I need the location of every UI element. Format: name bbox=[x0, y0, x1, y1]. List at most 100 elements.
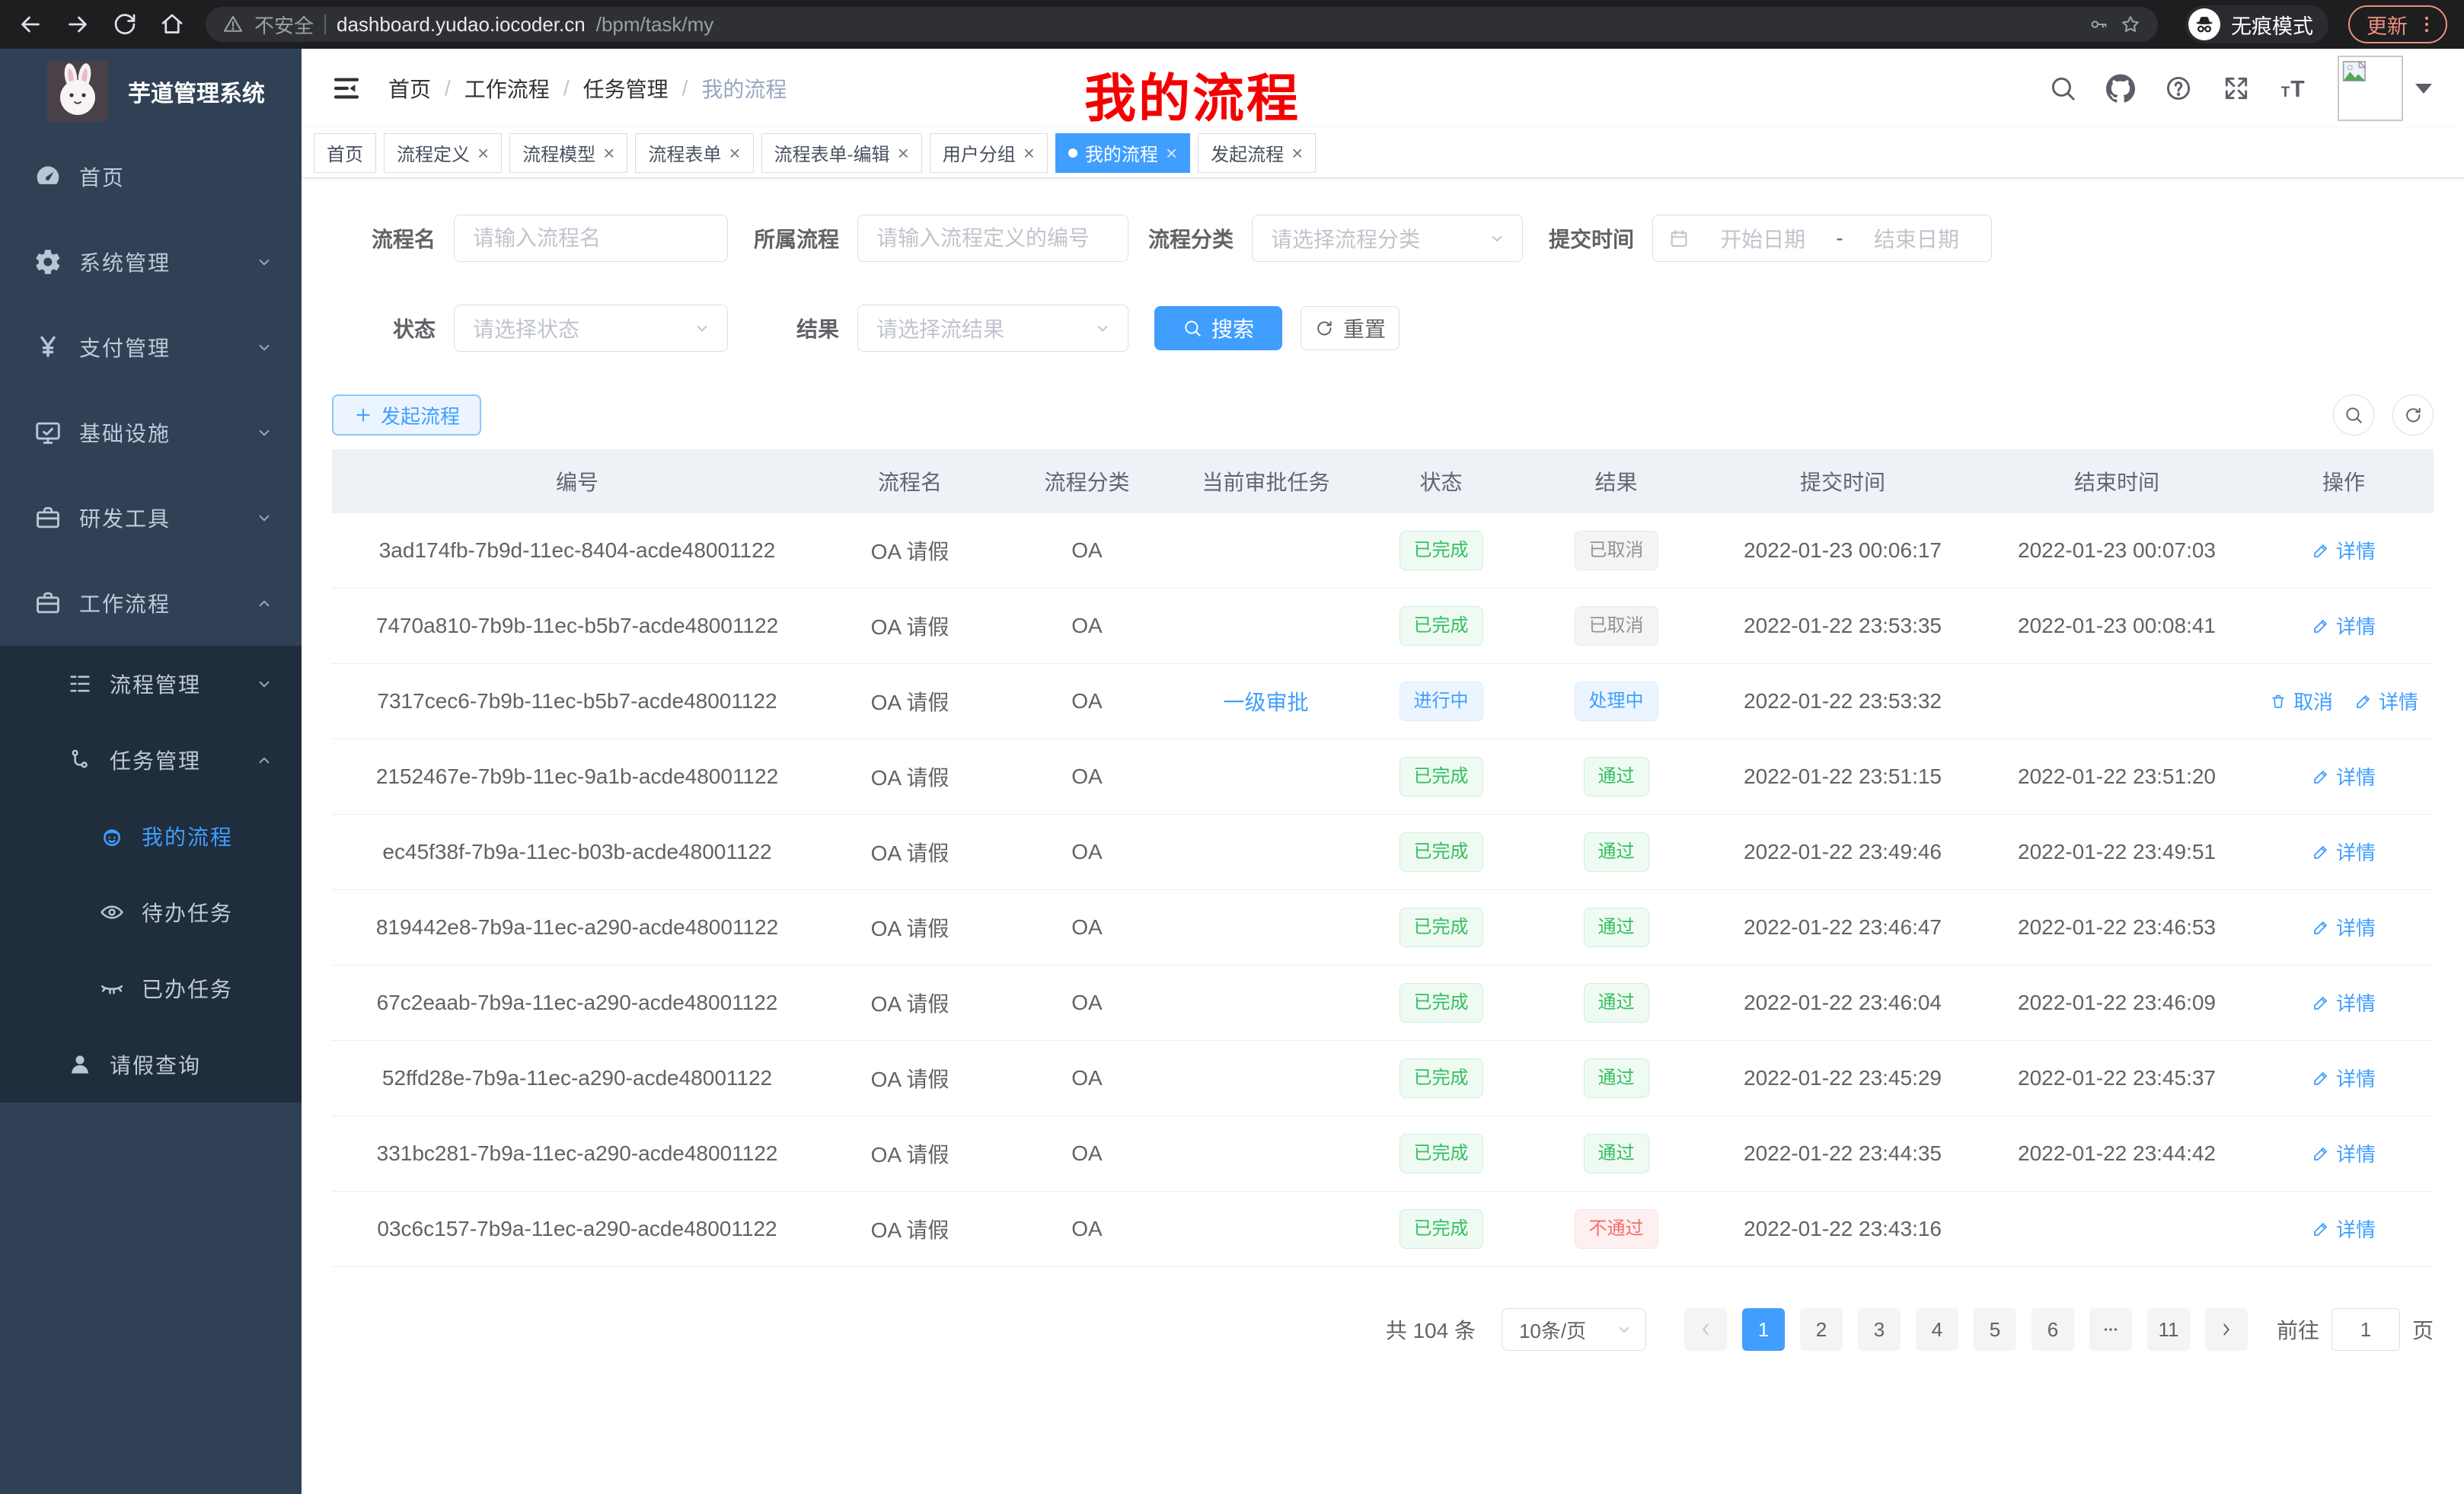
table-search-toggle-button[interactable] bbox=[2333, 394, 2374, 436]
result-badge: 处理中 bbox=[1575, 682, 1658, 721]
page-size-select[interactable]: 10条/页 bbox=[1502, 1308, 1646, 1351]
sidebar-logo[interactable]: 芋道管理系统 bbox=[0, 49, 302, 134]
browser-update-button[interactable]: 更新 bbox=[2348, 5, 2447, 43]
sidebar-item-label: 请假查询 bbox=[110, 1049, 274, 1080]
filter-name-input[interactable] bbox=[454, 215, 728, 262]
tab-close-icon[interactable]: × bbox=[603, 143, 614, 163]
forward-icon[interactable] bbox=[64, 11, 91, 38]
sidebar-item-yen[interactable]: 支付管理 bbox=[0, 305, 302, 390]
detail-link[interactable]: 详情 bbox=[2312, 1064, 2376, 1092]
sidebar-item-dashboard[interactable]: 首页 bbox=[0, 134, 302, 219]
tab-close-icon[interactable]: × bbox=[477, 143, 489, 163]
tab-流程定义[interactable]: 流程定义× bbox=[384, 133, 502, 173]
home-icon[interactable] bbox=[158, 11, 186, 38]
sidebar-item-eye[interactable]: 待办任务 bbox=[0, 874, 302, 950]
pagination-page-4[interactable]: 4 bbox=[1916, 1308, 1958, 1351]
table-row: 3ad174fb-7b9d-11ec-8404-acde48001122OA 请… bbox=[332, 513, 2434, 589]
bookmark-star-icon[interactable] bbox=[2120, 14, 2141, 35]
breadcrumb-task[interactable]: 任务管理 bbox=[583, 73, 669, 104]
reload-icon[interactable] bbox=[111, 11, 139, 38]
breadcrumb-home[interactable]: 首页 bbox=[388, 73, 431, 104]
start-process-button[interactable]: 发起流程 bbox=[332, 394, 481, 436]
pagination-page-2[interactable]: 2 bbox=[1800, 1308, 1843, 1351]
pagination-page-6[interactable]: 6 bbox=[2032, 1308, 2074, 1351]
filter-result-select[interactable]: 请选择流结果 bbox=[857, 305, 1128, 352]
tab-bar: 首页流程定义×流程模型×流程表单×流程表单-编辑×用户分组×我的流程×发起流程× bbox=[302, 128, 2464, 178]
detail-link[interactable]: 详情 bbox=[2312, 1215, 2376, 1243]
table-body: 3ad174fb-7b9d-11ec-8404-acde48001122OA 请… bbox=[332, 513, 2434, 1267]
tab-close-icon[interactable]: × bbox=[729, 143, 740, 163]
pagination-page-1[interactable]: 1 bbox=[1742, 1308, 1785, 1351]
tab-close-icon[interactable]: × bbox=[1166, 143, 1177, 163]
filter-date-range[interactable]: 开始日期 - 结束日期 bbox=[1652, 215, 1992, 262]
reset-button[interactable]: 重置 bbox=[1301, 306, 1400, 350]
search-icon[interactable] bbox=[2048, 74, 2077, 103]
sidebar-item-gear[interactable]: 系统管理 bbox=[0, 219, 302, 305]
sidebar-item-monitor[interactable]: 基础设施 bbox=[0, 390, 302, 475]
github-icon[interactable] bbox=[2106, 74, 2135, 103]
detail-link[interactable]: 详情 bbox=[2312, 988, 2376, 1017]
sidebar-item-eyeclosed[interactable]: 已办任务 bbox=[0, 950, 302, 1026]
tab-用户分组[interactable]: 用户分组× bbox=[930, 133, 1048, 173]
filter-category-select[interactable]: 请选择流程分类 bbox=[1252, 215, 1523, 262]
tab-close-icon[interactable]: × bbox=[1023, 143, 1035, 163]
result-badge: 通过 bbox=[1584, 832, 1649, 872]
browser-menu-icon[interactable] bbox=[2415, 13, 2438, 36]
sidebar-item-briefcase[interactable]: 研发工具 bbox=[0, 475, 302, 560]
sidebar-item-person[interactable]: 请假查询 bbox=[0, 1026, 302, 1103]
fullscreen-icon[interactable] bbox=[2222, 74, 2251, 103]
detail-link[interactable]: 详情 bbox=[2312, 838, 2376, 866]
pagination-prev-button[interactable] bbox=[1684, 1308, 1727, 1351]
detail-link[interactable]: 详情 bbox=[2312, 1139, 2376, 1167]
detail-link[interactable]: 详情 bbox=[2312, 536, 2376, 564]
filter-submit-time-label: 提交时间 bbox=[1523, 223, 1652, 254]
tab-首页[interactable]: 首页 bbox=[314, 133, 376, 173]
sidebar-collapse-icon[interactable] bbox=[330, 72, 362, 104]
pagination-more-button[interactable] bbox=[2089, 1308, 2132, 1351]
password-key-icon[interactable] bbox=[2088, 14, 2109, 35]
tab-我的流程[interactable]: 我的流程× bbox=[1055, 133, 1190, 173]
help-icon[interactable] bbox=[2164, 74, 2193, 103]
user-avatar-dropdown[interactable] bbox=[2338, 56, 2432, 121]
address-bar[interactable]: 不安全 dashboard.yudao.iocoder.cn/bpm/task/… bbox=[206, 7, 2158, 42]
detail-link[interactable]: 详情 bbox=[2312, 913, 2376, 941]
cell-current-task[interactable]: 一级审批 bbox=[1176, 686, 1355, 717]
pagination-total: 共 104 条 bbox=[1386, 1314, 1476, 1345]
detail-link[interactable]: 详情 bbox=[2354, 687, 2418, 715]
pagination-page-5[interactable]: 5 bbox=[1974, 1308, 2016, 1351]
tab-close-icon[interactable]: × bbox=[898, 143, 909, 163]
font-size-icon[interactable]: TT bbox=[2280, 74, 2309, 103]
cell-process-name: OA 请假 bbox=[822, 686, 997, 717]
table-refresh-button[interactable] bbox=[2392, 394, 2434, 436]
sidebar-item-face[interactable]: 我的流程 bbox=[0, 798, 302, 874]
sidebar-item-tree[interactable]: 流程管理 bbox=[0, 646, 302, 722]
pagination-page-3[interactable]: 3 bbox=[1858, 1308, 1901, 1351]
more-icon bbox=[2101, 1320, 2121, 1339]
cell-status: 已完成 bbox=[1355, 832, 1527, 872]
filter-status-select[interactable]: 请选择状态 bbox=[454, 305, 728, 352]
not-secure-label: 不安全 bbox=[254, 11, 314, 39]
tab-流程模型[interactable]: 流程模型× bbox=[509, 133, 627, 173]
tab-close-icon[interactable]: × bbox=[1291, 143, 1303, 163]
sidebar-item-branch[interactable]: 任务管理 bbox=[0, 722, 302, 798]
back-icon[interactable] bbox=[17, 11, 44, 38]
detail-link[interactable]: 详情 bbox=[2312, 762, 2376, 790]
cell-process-name: OA 请假 bbox=[822, 1214, 997, 1244]
sidebar-item-briefcase[interactable]: 工作流程 bbox=[0, 560, 302, 646]
breadcrumb-workflow[interactable]: 工作流程 bbox=[464, 73, 550, 104]
cell-submit-time: 2022-01-22 23:44:35 bbox=[1706, 1141, 1980, 1166]
tab-流程表单-编辑[interactable]: 流程表单-编辑× bbox=[761, 133, 922, 173]
detail-link[interactable]: 详情 bbox=[2312, 611, 2376, 640]
breadcrumb: 首页 / 工作流程 / 任务管理 / 我的流程 bbox=[388, 73, 787, 104]
search-button[interactable]: 搜索 bbox=[1154, 306, 1282, 350]
tab-流程表单[interactable]: 流程表单× bbox=[635, 133, 753, 173]
goto-page-input[interactable] bbox=[2332, 1308, 2400, 1351]
pagination-next-button[interactable] bbox=[2205, 1308, 2248, 1351]
tab-发起流程[interactable]: 发起流程× bbox=[1198, 133, 1316, 173]
pagination-page-11[interactable]: 11 bbox=[2147, 1308, 2190, 1351]
monitor-icon bbox=[34, 418, 62, 447]
cancel-link[interactable]: 取消 bbox=[2269, 687, 2333, 715]
filter-definition-input[interactable] bbox=[857, 215, 1128, 262]
current-task-link[interactable]: 一级审批 bbox=[1223, 691, 1308, 714]
status-badge: 已完成 bbox=[1400, 1134, 1483, 1173]
